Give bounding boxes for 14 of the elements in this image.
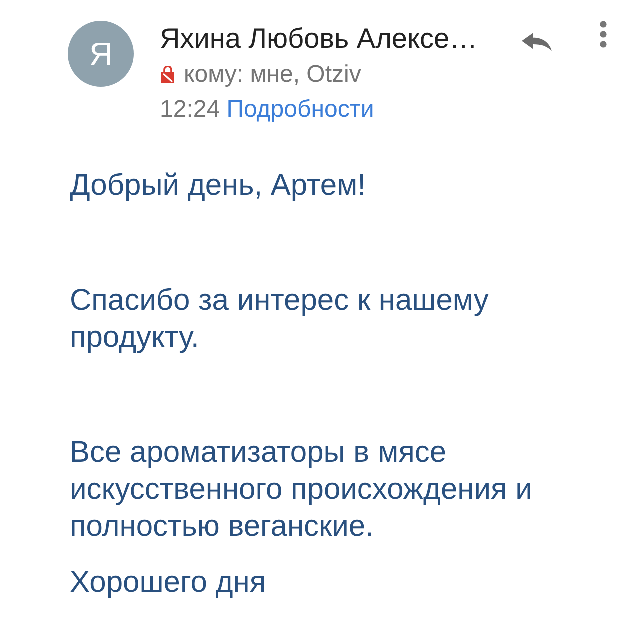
kebab-menu-icon xyxy=(600,21,607,48)
reply-icon xyxy=(522,33,552,51)
message-paragraph: Добрый день, Артем! xyxy=(70,168,368,204)
avatar-circle: Я xyxy=(68,21,134,87)
bag-icon xyxy=(160,66,176,83)
message-paragraph: Спасибо за интерес к нашему продукту. xyxy=(70,283,490,356)
time-text: 12:24 xyxy=(160,96,220,123)
more-options-button[interactable] xyxy=(600,21,607,48)
message-paragraph: Хорошего дня xyxy=(70,565,268,601)
message-paragraph: Все ароматизаторы в мясе искусственного происхождения и полностью веганские. xyxy=(70,435,534,545)
reply-button[interactable] xyxy=(522,33,552,51)
recipients-text: кому: мне, Otziv xyxy=(184,60,362,90)
sender-name: Яхина Любовь Алексе… xyxy=(160,22,479,56)
details-link[interactable]: Подробности xyxy=(226,96,374,123)
